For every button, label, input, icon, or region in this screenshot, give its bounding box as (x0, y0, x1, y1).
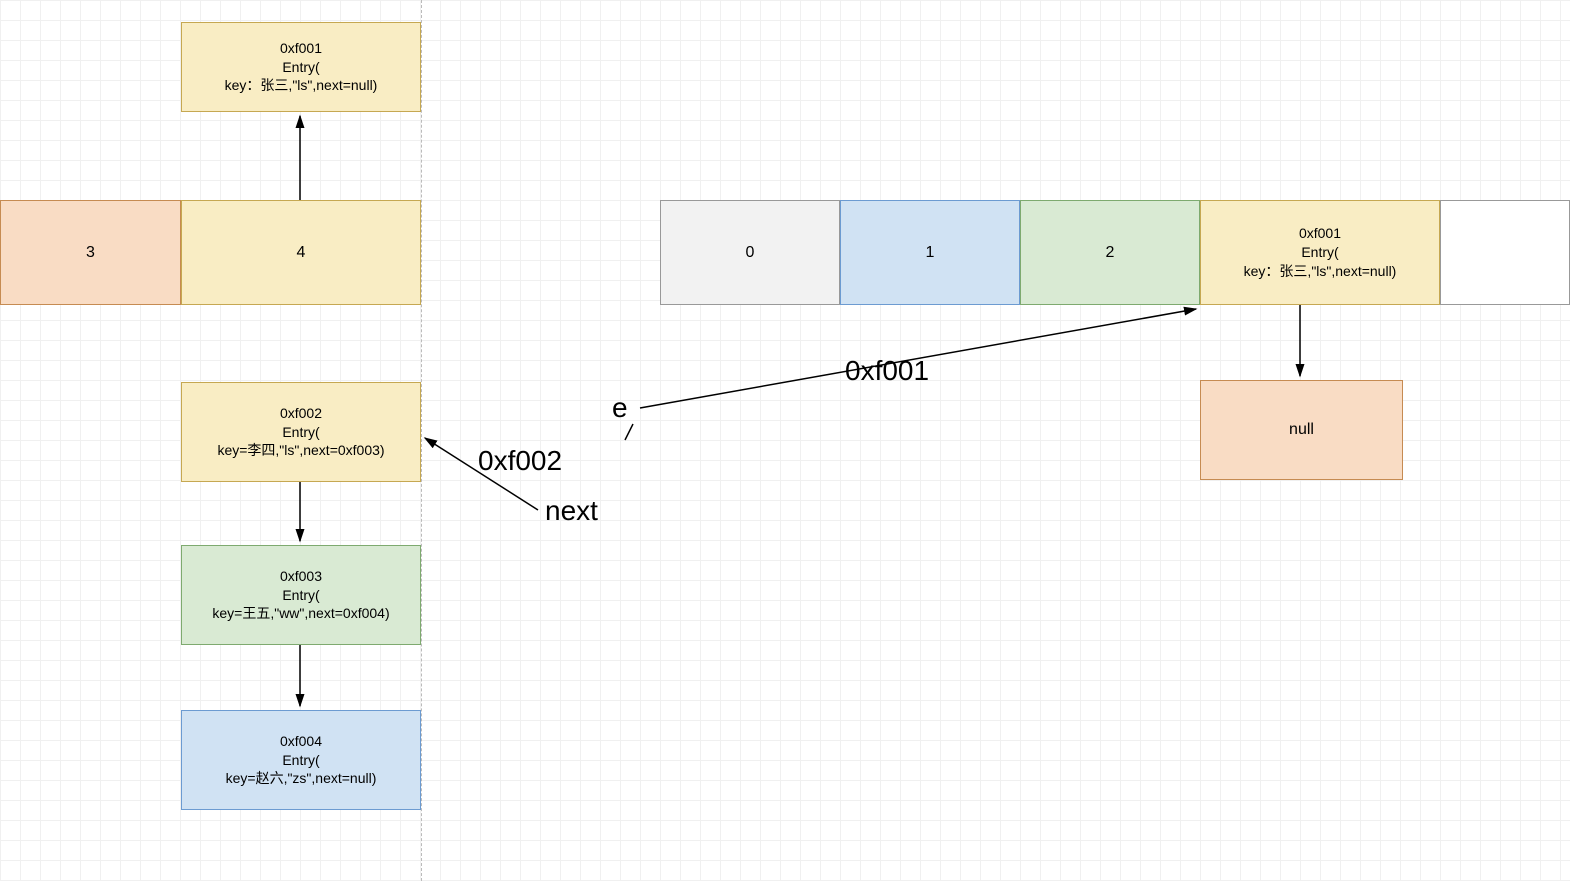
entry-node-0xf003: 0xf003 Entry( key=王五,"ww",next=0xf004) (181, 545, 421, 645)
entry-label: Entry( (282, 58, 319, 77)
cell-index: 0 (746, 242, 755, 264)
entry-label: Entry( (282, 751, 319, 770)
entry-address: 0xf001 (1299, 224, 1341, 243)
cell-index: 2 (1106, 242, 1115, 264)
entry-detail: key=王五,"ww",next=0xf004) (212, 604, 389, 623)
entry-detail: key=赵六,"zs",next=null) (226, 769, 377, 788)
label-0xf002: 0xf002 (478, 445, 562, 477)
entry-node-0xf001-top: 0xf001 Entry( key：张三,"ls",next=null) (181, 22, 421, 112)
entry-address: 0xf001 (280, 39, 322, 58)
entry-node-0xf004: 0xf004 Entry( key=赵六,"zs",next=null) (181, 710, 421, 810)
entry-address: 0xf003 (280, 567, 322, 586)
array-cell-3-entry: 0xf001 Entry( key：张三,"ls",next=null) (1200, 200, 1440, 305)
null-node: null (1200, 380, 1403, 480)
cell-index: 1 (926, 242, 935, 264)
array-cell-1: 1 (840, 200, 1020, 305)
array-cell-2: 2 (1020, 200, 1200, 305)
entry-node-0xf002: 0xf002 Entry( key=李四,"ls",next=0xf003) (181, 382, 421, 482)
array-cell-0: 0 (660, 200, 840, 305)
dashed-guide-line (421, 0, 422, 881)
entry-label: Entry( (282, 423, 319, 442)
cell-index: 4 (297, 242, 306, 264)
cell-index: 3 (86, 242, 95, 264)
label-e: e (612, 392, 628, 424)
label-next: next (545, 495, 598, 527)
array-cell-3: 3 (0, 200, 181, 305)
entry-label: Entry( (282, 586, 319, 605)
array-cell-partial (1440, 200, 1570, 305)
entry-address: 0xf002 (280, 404, 322, 423)
entry-detail: key=李四,"ls",next=0xf003) (217, 441, 384, 460)
entry-detail: key：张三,"ls",next=null) (1244, 262, 1397, 281)
array-cell-4: 4 (181, 200, 421, 305)
entry-label: Entry( (1301, 243, 1338, 262)
null-label: null (1289, 419, 1314, 441)
entry-detail: key：张三,"ls",next=null) (225, 76, 378, 95)
entry-address: 0xf004 (280, 732, 322, 751)
label-0xf001: 0xf001 (845, 355, 929, 387)
